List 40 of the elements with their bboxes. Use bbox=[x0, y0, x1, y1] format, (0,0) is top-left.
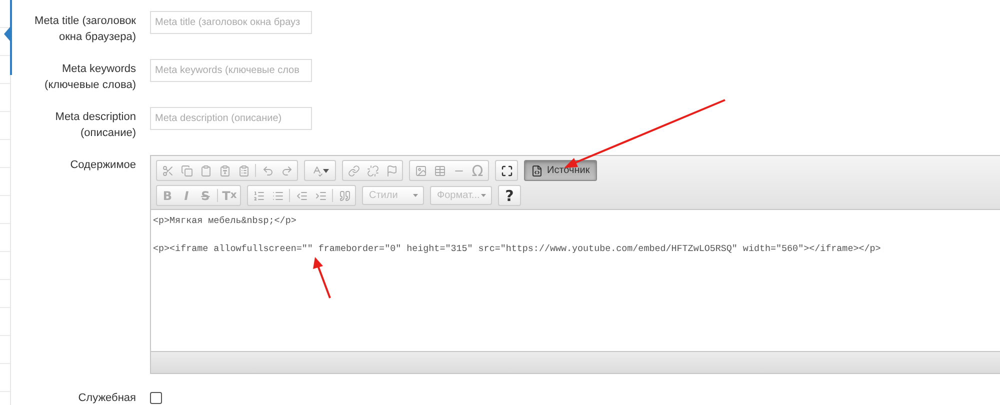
text-field[interactable]: Meta title (заголовок окна брауз bbox=[150, 11, 312, 34]
image-icon bbox=[414, 164, 426, 176]
maximize-icon bbox=[500, 164, 512, 176]
italic-button[interactable]: I bbox=[177, 187, 196, 204]
copy-icon bbox=[180, 164, 192, 176]
numbered-list-icon bbox=[252, 190, 264, 202]
code-line: <p><iframe allowfullscreen="" frameborder="0" height="315" src="https://www.youtube.com/embed/HFTZwLO5RSQ" width="560"></iframe></p> bbox=[153, 243, 881, 254]
clipboard-list-icon bbox=[238, 164, 250, 176]
caret-icon bbox=[413, 194, 418, 197]
spellcheck-icon bbox=[311, 164, 323, 176]
link-icon bbox=[348, 164, 360, 176]
caret-icon bbox=[323, 168, 329, 172]
redo-icon bbox=[280, 164, 292, 176]
text-field[interactable]: Meta keywords (ключевые слов bbox=[150, 59, 312, 82]
annotation-arrow bbox=[313, 257, 331, 298]
caret-icon bbox=[481, 194, 486, 197]
omega-button[interactable]: Ω bbox=[468, 162, 487, 179]
flag-icon bbox=[386, 164, 398, 176]
quote-icon bbox=[338, 190, 350, 202]
help-button[interactable]: ? bbox=[500, 187, 519, 204]
field-label: Meta keywords (ключевые слова) bbox=[44, 62, 136, 93]
source-icon bbox=[531, 164, 543, 176]
checkbox[interactable] bbox=[150, 392, 162, 404]
unlink-icon bbox=[366, 164, 378, 176]
table-icon bbox=[434, 164, 446, 176]
clipboard-icon bbox=[200, 164, 212, 176]
outdent-icon bbox=[296, 190, 308, 202]
source-button[interactable]: Источник bbox=[524, 160, 597, 181]
field-label: Meta description (описание) bbox=[54, 110, 136, 141]
undo-icon bbox=[262, 164, 274, 176]
clipboard-text-icon bbox=[218, 164, 230, 176]
indent-icon bbox=[314, 190, 326, 202]
field-label: Meta title (заголовок окна браузера) bbox=[34, 14, 136, 45]
field-label: Содержимое bbox=[69, 158, 136, 173]
text-field[interactable]: Meta description (описание) bbox=[150, 107, 312, 130]
code-line: <p>Мягкая мебель&nbsp;</p> bbox=[153, 215, 296, 226]
bold-button[interactable]: B bbox=[158, 187, 177, 204]
strikethrough-button[interactable]: S bbox=[196, 187, 215, 204]
scissors-icon bbox=[162, 164, 174, 176]
checkbox-label: Служебная bbox=[77, 391, 136, 405]
